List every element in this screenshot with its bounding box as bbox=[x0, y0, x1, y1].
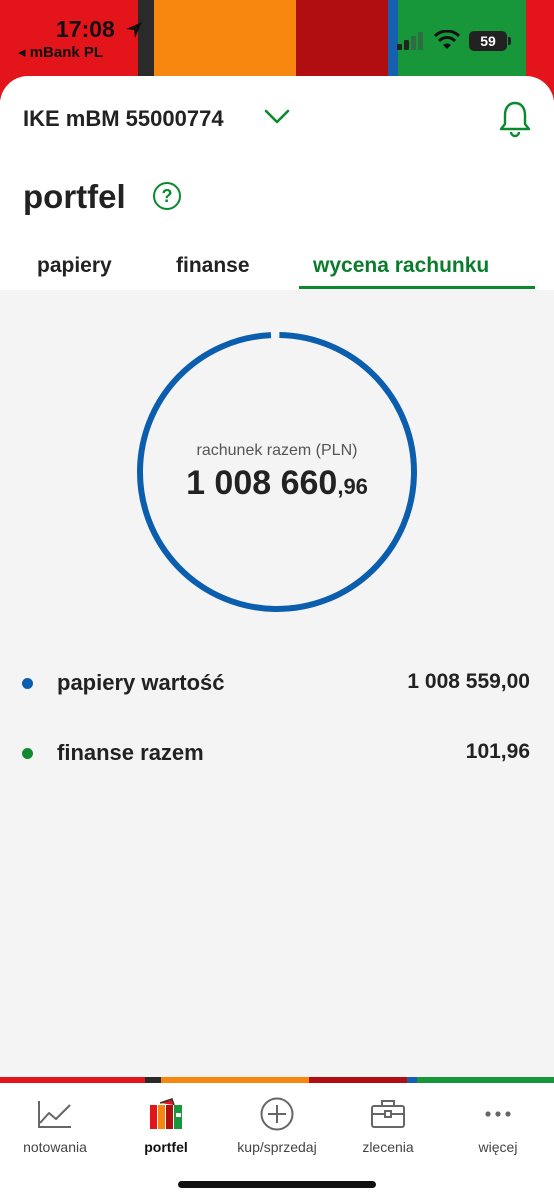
nav-label: notowania bbox=[23, 1139, 87, 1155]
total-value-decimal: ,96 bbox=[337, 474, 368, 499]
tab-finanse[interactable]: finanse bbox=[176, 254, 250, 278]
home-indicator bbox=[178, 1181, 376, 1188]
nav-label: kup/sprzedaj bbox=[237, 1139, 317, 1155]
briefcase-icon bbox=[371, 1100, 405, 1128]
list-item: finanse razem 101,96 bbox=[0, 733, 554, 773]
location-arrow-icon bbox=[126, 22, 142, 38]
tab-papiery[interactable]: papiery bbox=[37, 254, 112, 278]
active-tab-indicator bbox=[299, 286, 535, 289]
nav-wiecej[interactable]: więcej bbox=[443, 1095, 553, 1155]
list-item: papiery wartość 1 008 559,00 bbox=[0, 663, 554, 703]
chart-icon bbox=[38, 1101, 71, 1128]
page-title: portfel bbox=[23, 178, 126, 215]
account-selector[interactable]: IKE mBM 55000774 bbox=[23, 106, 224, 132]
nav-label: więcej bbox=[478, 1139, 518, 1155]
back-to-app-link[interactable]: ◂ mBank PL bbox=[18, 43, 103, 61]
battery-indicator: 59 bbox=[469, 31, 511, 51]
item-value: 101,96 bbox=[465, 740, 530, 763]
signal-icon bbox=[397, 32, 423, 50]
item-label: finanse razem bbox=[57, 740, 204, 765]
portfolio-icon bbox=[150, 1098, 182, 1129]
nav-notowania[interactable]: notowania bbox=[0, 1095, 110, 1155]
plus-circle-icon bbox=[260, 1097, 294, 1131]
header-card: IKE mBM 55000774 portfel ? papiery finan… bbox=[0, 76, 554, 290]
legend-dot-blue bbox=[22, 678, 33, 689]
nav-portfel[interactable]: portfel bbox=[111, 1095, 221, 1155]
nav-kup-sprzedaj[interactable]: kup/sprzedaj bbox=[222, 1095, 332, 1155]
more-icon bbox=[485, 1111, 511, 1117]
item-label: papiery wartość bbox=[57, 670, 225, 695]
chevron-down-icon[interactable] bbox=[264, 108, 290, 126]
account-name: IKE mBM 55000774 bbox=[23, 106, 224, 131]
clock: 17:08 bbox=[56, 16, 115, 42]
tab-wycena-rachunku[interactable]: wycena rachunku bbox=[313, 254, 489, 278]
tab-bar: papiery finanse wycena rachunku bbox=[0, 252, 554, 290]
total-value: 1 008 660,96 bbox=[135, 464, 419, 503]
status-bar-content: 17:08 ◂ mBank PL 59 bbox=[0, 0, 554, 76]
legend-dot-green bbox=[22, 748, 33, 759]
help-icon[interactable]: ? bbox=[153, 182, 181, 210]
nav-zlecenia[interactable]: zlecenia bbox=[333, 1095, 443, 1155]
total-value-integer: 1 008 660 bbox=[186, 464, 338, 502]
wifi-icon bbox=[434, 30, 460, 49]
account-total-donut: rachunek razem (PLN) 1 008 660,96 bbox=[135, 330, 419, 614]
item-value: 1 008 559,00 bbox=[407, 670, 530, 693]
nav-label: zlecenia bbox=[362, 1139, 414, 1155]
nav-label: portfel bbox=[144, 1139, 188, 1155]
bell-icon[interactable] bbox=[498, 100, 532, 138]
total-label: rachunek razem (PLN) bbox=[196, 442, 358, 459]
